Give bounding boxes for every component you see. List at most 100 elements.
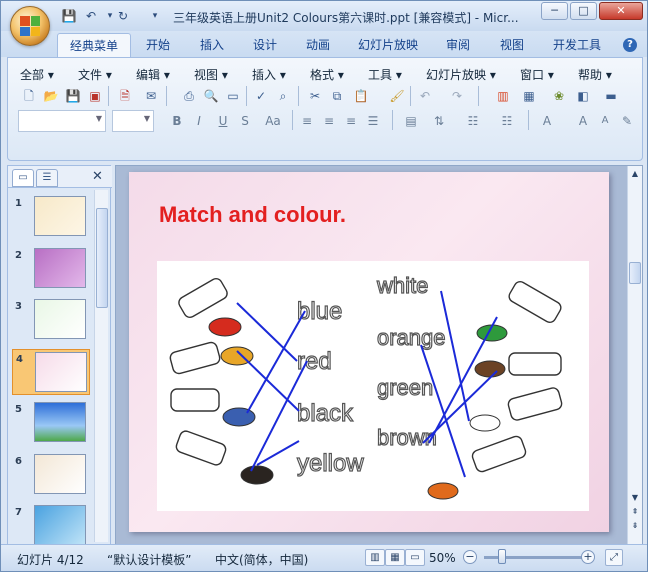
panel-scrollbar[interactable]: [94, 190, 108, 542]
redo-icon[interactable]: ↻: [115, 9, 131, 24]
paste-icon[interactable]: 📋: [352, 87, 370, 105]
tab-insert[interactable]: 插入: [193, 37, 231, 55]
slide-thumbnail[interactable]: 1: [12, 194, 90, 240]
font-color-icon[interactable]: A: [538, 112, 556, 130]
save-icon[interactable]: 💾: [61, 9, 77, 24]
save-icon[interactable]: 💾: [64, 87, 82, 105]
tab-animations[interactable]: 动画: [299, 37, 337, 55]
menu-window[interactable]: 窗口 ▾: [520, 66, 554, 83]
font-name-combo[interactable]: ▼: [18, 110, 106, 132]
scroll-up-icon[interactable]: ▲: [629, 168, 641, 180]
decrease-font-icon[interactable]: A: [596, 112, 614, 130]
slide-thumbnail[interactable]: 3: [12, 297, 90, 343]
minimize-button[interactable]: ─: [541, 2, 568, 20]
zoom-out-icon[interactable]: −: [463, 550, 477, 564]
menu-file[interactable]: 文件 ▾: [78, 66, 112, 83]
increase-font-icon[interactable]: A: [574, 112, 592, 130]
slide-view-icon[interactable]: ▭: [224, 87, 242, 105]
tab-view[interactable]: 视图: [493, 37, 531, 55]
email-icon[interactable]: ✉: [142, 87, 160, 105]
color-grayscale-icon[interactable]: ◧: [574, 87, 592, 105]
clipart-icon[interactable]: ❀: [550, 87, 568, 105]
columns-icon[interactable]: ▤: [402, 112, 420, 130]
menu-help[interactable]: 帮助 ▾: [578, 66, 612, 83]
menu-view[interactable]: 视图 ▾: [194, 66, 228, 83]
slide-thumbnail[interactable]: 2: [12, 246, 90, 292]
slide-thumbnail[interactable]: 4: [12, 348, 90, 395]
numbering-icon[interactable]: ☷: [498, 112, 516, 130]
editor-scrollbar-thumb[interactable]: [629, 262, 641, 284]
menu-tools[interactable]: 工具 ▾: [368, 66, 402, 83]
zoom-in-icon[interactable]: +: [581, 550, 595, 564]
permission-icon[interactable]: ▣: [86, 87, 104, 105]
zoom-level[interactable]: 50%: [429, 551, 456, 565]
align-right-icon[interactable]: ≡: [342, 112, 360, 130]
slideshow-view-icon[interactable]: ▭: [405, 549, 425, 566]
italic-icon[interactable]: I: [190, 112, 208, 130]
menu-edit[interactable]: 编辑 ▾: [136, 66, 170, 83]
slide-sorter-icon[interactable]: ▦: [385, 549, 405, 566]
chart-icon[interactable]: ▥: [494, 87, 512, 105]
slides-tab[interactable]: ▭: [12, 169, 34, 187]
align-left-icon[interactable]: ≡: [298, 112, 316, 130]
outline-tab[interactable]: ☰: [36, 169, 58, 187]
language-indicator[interactable]: 中文(简体，中国): [215, 551, 308, 568]
panel-scrollbar-thumb[interactable]: [96, 208, 108, 308]
tab-classic-menu[interactable]: 经典菜单: [57, 33, 131, 57]
research-icon[interactable]: ⌕: [274, 87, 292, 105]
open-icon[interactable]: 📂: [42, 87, 60, 105]
clear-format-icon[interactable]: ✎: [618, 112, 636, 130]
print-preview-icon[interactable]: 🔍: [202, 87, 220, 105]
grid-icon[interactable]: ▬: [602, 87, 620, 105]
table-icon[interactable]: ▦: [520, 87, 538, 105]
tab-developer[interactable]: 开发工具: [547, 37, 607, 55]
change-case-icon[interactable]: Aa: [260, 112, 286, 130]
close-icon[interactable]: ✕: [92, 169, 103, 184]
tab-slideshow[interactable]: 幻灯片放映: [353, 37, 423, 55]
help-icon[interactable]: ?: [623, 38, 637, 52]
office-button[interactable]: [10, 6, 50, 46]
previous-slide-icon[interactable]: ⇞: [629, 506, 641, 518]
slide-title[interactable]: Match and colour.: [159, 202, 346, 228]
close-button[interactable]: ✕: [599, 2, 643, 20]
justify-icon[interactable]: ☰: [364, 112, 382, 130]
next-slide-icon[interactable]: ⇟: [629, 520, 641, 532]
copy-icon[interactable]: ⧉: [328, 87, 346, 105]
menu-format[interactable]: 格式 ▾: [310, 66, 344, 83]
quick-access-customize-icon[interactable]: ▾: [147, 9, 163, 24]
menu-insert[interactable]: 插入 ▾: [252, 66, 286, 83]
fit-window-icon[interactable]: ⤢: [605, 549, 623, 566]
align-center-icon[interactable]: ≡: [320, 112, 338, 130]
cut-icon[interactable]: ✂: [306, 87, 324, 105]
slide-thumbnail[interactable]: 5: [12, 400, 90, 446]
normal-view-icon[interactable]: ▥: [365, 549, 385, 566]
text-direction-icon[interactable]: ⇅: [430, 112, 448, 130]
maximize-button[interactable]: □: [570, 2, 597, 20]
print-icon[interactable]: ⎙: [180, 87, 198, 105]
bold-icon[interactable]: B: [168, 112, 186, 130]
redo-icon[interactable]: ↷: [448, 87, 466, 105]
editor-scrollbar[interactable]: ▲ ▼ ⇞ ⇟: [627, 166, 642, 544]
matching-worksheet[interactable]: blueredblackyellowwhiteorangegreenbrown: [157, 261, 589, 511]
undo-icon[interactable]: ↶: [416, 87, 434, 105]
bullets-icon[interactable]: ☷: [464, 112, 482, 130]
theme-name[interactable]: “默认设计模板”: [107, 551, 191, 568]
spelling-icon[interactable]: ✓: [252, 87, 270, 105]
slide-canvas[interactable]: Match and colour. blue red black yellow whit…: [129, 172, 609, 532]
tab-review[interactable]: 审阅: [439, 37, 477, 55]
underline-icon[interactable]: U: [214, 112, 232, 130]
menu-all[interactable]: 全部 ▾: [20, 66, 54, 83]
slide-thumbnail[interactable]: 7: [12, 503, 90, 549]
zoom-slider-knob[interactable]: [498, 549, 506, 564]
new-icon[interactable]: 🗋: [20, 87, 38, 105]
tab-design[interactable]: 设计: [246, 37, 284, 55]
export-pdf-icon[interactable]: 🗎: [116, 87, 134, 105]
font-size-combo[interactable]: ▼: [112, 110, 154, 132]
slide-thumbnail[interactable]: 6: [12, 452, 90, 498]
format-painter-icon[interactable]: 🖌: [388, 87, 406, 105]
tab-home[interactable]: 开始: [139, 37, 177, 55]
shadow-icon[interactable]: S: [236, 112, 254, 130]
undo-icon[interactable]: ↶: [83, 9, 99, 24]
menu-slideshow[interactable]: 幻灯片放映 ▾: [426, 66, 496, 83]
scroll-down-icon[interactable]: ▼: [629, 492, 641, 504]
